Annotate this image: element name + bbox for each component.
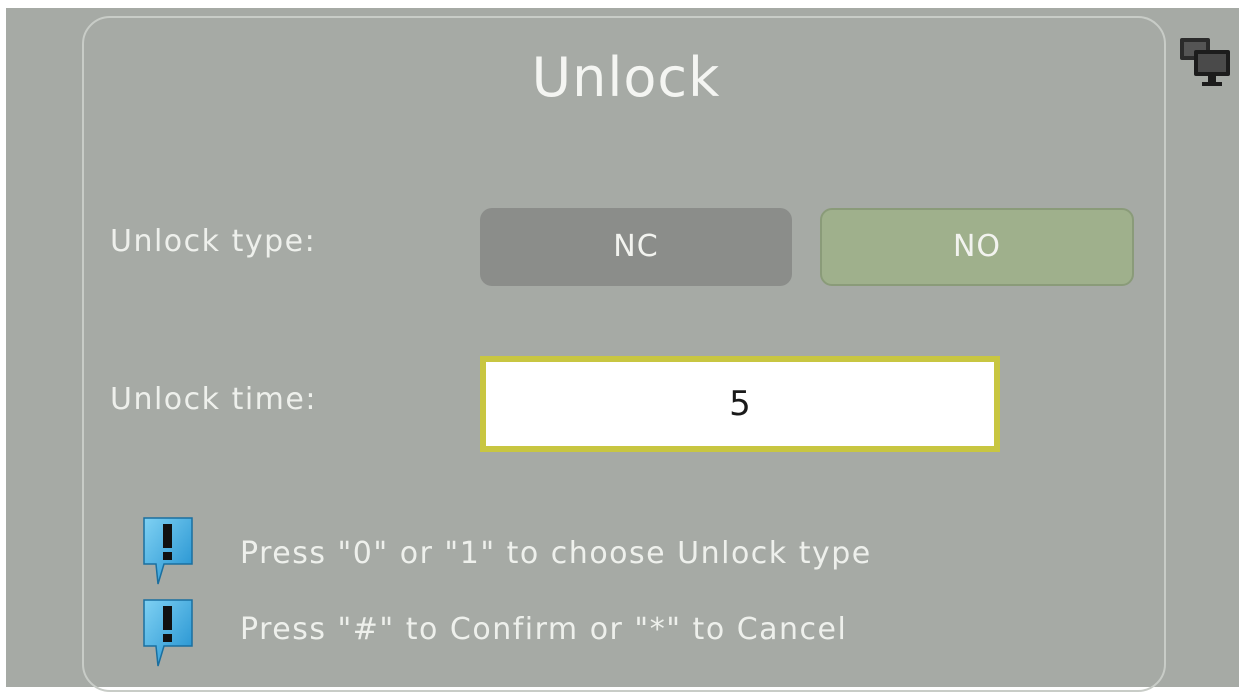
exclamation-bubble-icon <box>143 517 193 585</box>
unlock-type-label: Unlock type: <box>110 224 317 259</box>
screen-background: Unlock Unlock type: NC NO Unlock time: 5… <box>6 8 1239 692</box>
unlock-time-input[interactable]: 5 <box>480 356 1000 452</box>
dialog-title: Unlock <box>531 46 721 109</box>
unlock-dialog: Unlock Unlock type: NC NO Unlock time: 5… <box>82 16 1166 692</box>
unlock-type-nc-button[interactable]: NC <box>480 208 792 286</box>
hint-confirm-cancel: Press "#" to Confirm or "*" to Cancel <box>240 612 848 647</box>
exclamation-bubble-icon <box>143 599 193 667</box>
unlock-time-label: Unlock time: <box>110 382 317 417</box>
unlock-type-no-button[interactable]: NO <box>820 208 1134 286</box>
monitor-icon <box>1180 38 1230 86</box>
hint-choose-type: Press "0" or "1" to choose Unlock type <box>240 536 872 571</box>
